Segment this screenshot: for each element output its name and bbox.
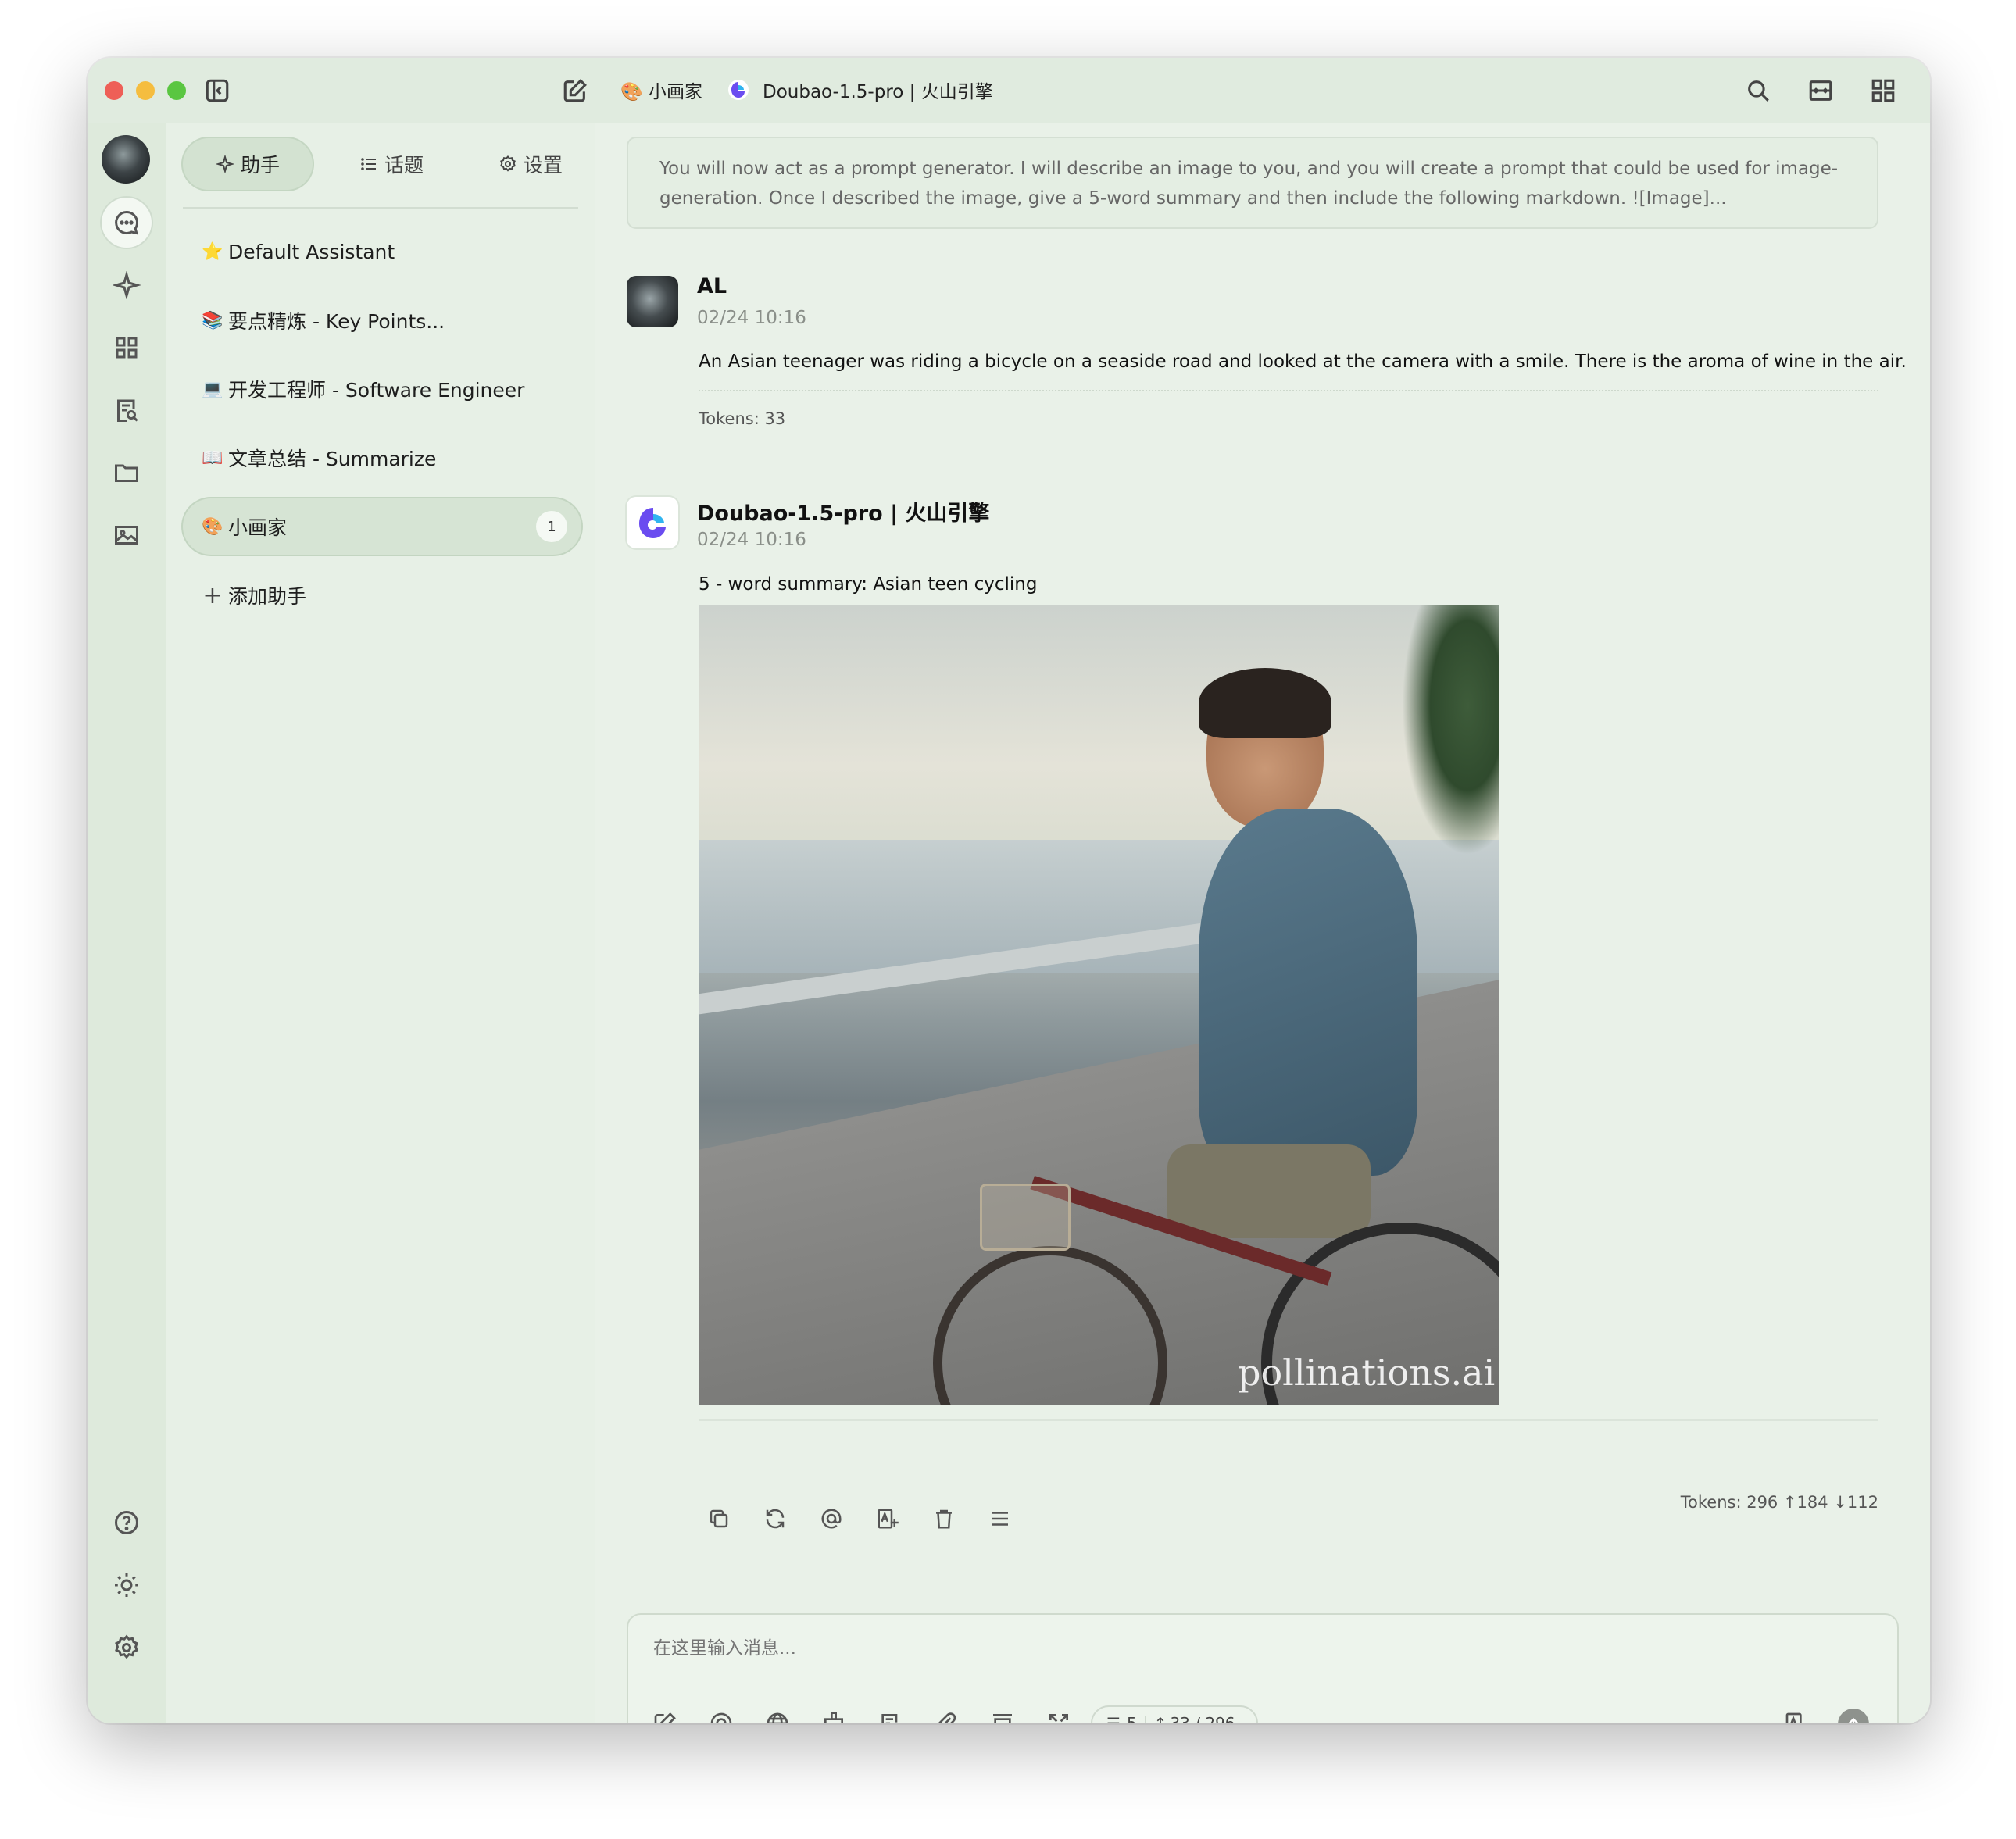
star-icon: ⭐ <box>202 241 223 262</box>
send-button[interactable] <box>1838 1709 1869 1723</box>
search-icon[interactable] <box>1741 73 1775 108</box>
apps-grid-icon[interactable] <box>1866 73 1900 108</box>
regenerate-icon[interactable] <box>760 1503 791 1534</box>
translate-icon[interactable] <box>872 1503 903 1534</box>
system-prompt-box[interactable]: You will now act as a prompt generator. … <box>627 137 1878 229</box>
user-token-count: Tokens: 33 <box>699 409 786 428</box>
image-icon[interactable] <box>102 510 152 560</box>
bicycle-basket <box>980 1184 1071 1251</box>
model-message-time: 02/24 10:16 <box>697 530 806 550</box>
sidebar-divider <box>183 207 578 209</box>
tab-assistants[interactable]: 助手 <box>183 138 313 190</box>
plus-icon: + <box>202 581 223 609</box>
tab-topics[interactable]: 话题 <box>327 138 456 190</box>
fullscreen-icon[interactable] <box>1042 1707 1075 1723</box>
model-avatar-icon <box>627 497 678 548</box>
books-icon: 📚 <box>202 310 223 330</box>
laptop-icon: 💻 <box>202 379 223 399</box>
app-window: 🎨 小画家 Doubao-1.5-pro | 火山引擎 助手 话题 设置 ⭐ D… <box>88 58 1930 1723</box>
context-list-icon: ☰ <box>1106 1714 1121 1723</box>
attachment-paperclip-icon[interactable] <box>930 1707 963 1723</box>
mention-icon[interactable] <box>816 1503 847 1534</box>
message-divider <box>699 1419 1878 1421</box>
expand-height-icon[interactable] <box>986 1707 1019 1723</box>
gear-icon <box>500 155 516 172</box>
help-icon[interactable] <box>102 1498 152 1548</box>
chat-icon[interactable] <box>102 198 152 248</box>
more-menu-icon[interactable] <box>985 1503 1016 1534</box>
toggle-sidebar-icon[interactable] <box>200 73 234 108</box>
avatar[interactable] <box>102 135 150 184</box>
message-composer: ☰ 5 ↑ 33 / 296 <box>627 1613 1899 1723</box>
palm-tree <box>1402 605 1499 855</box>
user-avatar <box>627 276 678 327</box>
message-divider <box>699 390 1878 391</box>
palette-icon: 🎨 <box>202 516 223 537</box>
new-topic-icon[interactable] <box>558 73 592 108</box>
copy-icon[interactable] <box>703 1503 735 1534</box>
pill-divider <box>1144 1716 1146 1723</box>
translate-input-icon[interactable] <box>1780 1707 1813 1723</box>
message-actions <box>697 1503 1010 1534</box>
topic-count-badge: 1 <box>536 511 567 542</box>
title-bar: 🎨 小画家 Doubao-1.5-pro | 火山引擎 <box>88 58 1930 124</box>
trash-icon[interactable] <box>928 1503 960 1534</box>
image-watermark: pollinations.ai <box>1238 1352 1496 1394</box>
folder-icon[interactable] <box>102 448 152 498</box>
token-count: 33 / 296 <box>1170 1714 1235 1723</box>
palette-icon: 🎨 <box>620 82 643 102</box>
assistant-item-default[interactable]: ⭐ Default Assistant <box>183 223 581 280</box>
knowledge-base-icon[interactable] <box>874 1707 906 1723</box>
sparkle-icon <box>215 155 234 173</box>
clear-brush-icon[interactable] <box>817 1707 850 1723</box>
user-message-text: An Asian teenager was riding a bicycle o… <box>699 352 1907 372</box>
model-name: Doubao-1.5-pro | 火山引擎 <box>697 502 990 526</box>
current-assistant[interactable]: 🎨 小画家 <box>620 77 702 103</box>
model-message-text: 5 - word summary: Asian teen cycling <box>699 574 1038 595</box>
model-token-count: Tokens: 296 ↑184 ↓112 <box>1680 1493 1878 1512</box>
knowledge-search-icon[interactable] <box>102 385 152 435</box>
assistant-item-summarize[interactable]: 📖 文章总结 - Summarize <box>183 430 581 486</box>
model-logo-icon <box>727 78 750 102</box>
book-icon: 📖 <box>202 448 223 468</box>
new-topic-icon[interactable] <box>649 1707 681 1723</box>
tab-settings[interactable]: 设置 <box>466 138 595 190</box>
assistant-item-software-engineer[interactable]: 💻 开发工程师 - Software Engineer <box>183 361 581 417</box>
theme-sun-icon[interactable] <box>102 1560 152 1610</box>
person-hair <box>1199 668 1331 738</box>
user-name: AL <box>697 274 727 298</box>
mention-model-icon[interactable] <box>705 1707 738 1723</box>
icon-rail <box>88 123 166 1723</box>
maximize-window-button[interactable] <box>167 81 186 100</box>
close-window-button[interactable] <box>105 81 123 100</box>
assistant-item-painter[interactable]: 🎨 小画家 1 <box>183 498 581 555</box>
add-assistant-button[interactable]: + 添加助手 <box>183 567 581 623</box>
arrow-up-icon <box>1848 1717 1859 1723</box>
sparkle-icon[interactable] <box>102 260 152 310</box>
web-search-globe-icon[interactable] <box>761 1707 794 1723</box>
person-shorts <box>1167 1144 1371 1238</box>
minimize-window-button[interactable] <box>136 81 155 100</box>
context-count: 5 <box>1126 1714 1137 1723</box>
person-shirt <box>1199 809 1417 1176</box>
token-counter-pill[interactable]: ☰ 5 ↑ 33 / 296 <box>1091 1705 1258 1723</box>
generated-image[interactable]: pollinations.ai <box>699 605 1499 1405</box>
user-message-time: 02/24 10:16 <box>697 308 806 328</box>
assistant-sidebar: 助手 话题 设置 ⭐ Default Assistant 📚 要点精炼 - Ke… <box>166 123 597 1723</box>
model-selector[interactable]: Doubao-1.5-pro | 火山引擎 <box>763 77 993 103</box>
arrow-up-icon: ↑ <box>1153 1714 1167 1723</box>
narrow-mode-icon[interactable] <box>1803 73 1838 108</box>
apps-icon[interactable] <box>102 323 152 373</box>
assistant-item-key-points[interactable]: 📚 要点精炼 - Key Points... <box>183 292 581 348</box>
chat-area: You will now act as a prompt generator. … <box>595 123 1930 1723</box>
settings-gear-icon[interactable] <box>102 1623 152 1673</box>
message-input[interactable] <box>652 1630 1874 1666</box>
list-icon <box>361 158 376 170</box>
